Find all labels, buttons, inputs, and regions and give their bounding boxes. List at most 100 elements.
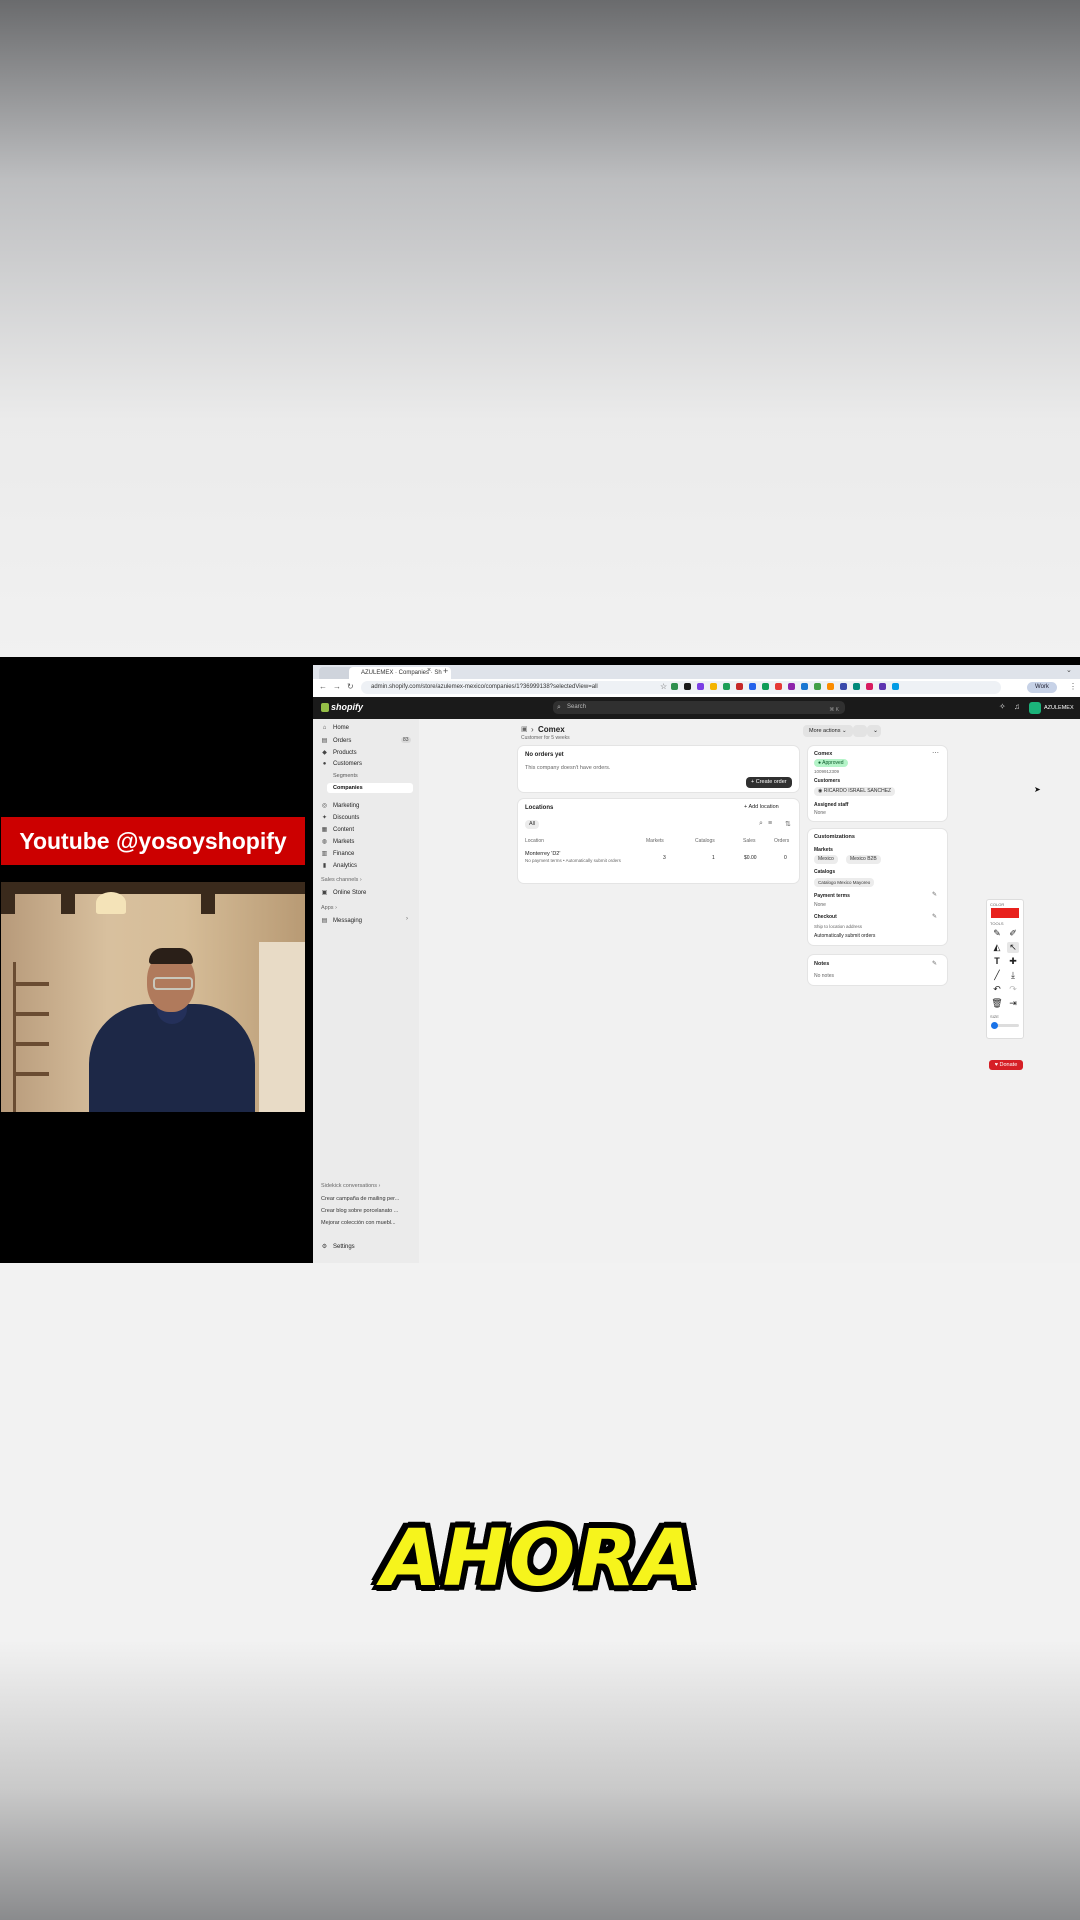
recent-conversation[interactable]: Crear blog sobre porcelanato ...: [321, 1208, 413, 1214]
extension-icon[interactable]: [749, 683, 756, 690]
previous-button[interactable]: [853, 725, 867, 737]
sidebar-item-markets[interactable]: ◍ Markets: [321, 838, 354, 845]
cell-markets: 3: [663, 855, 666, 861]
customer-chip[interactable]: ◉ RICARDO ISRAEL SANCHEZ: [814, 787, 896, 796]
store-avatar: [1029, 702, 1041, 714]
extension-icon[interactable]: [866, 683, 873, 690]
color-swatch[interactable]: [991, 908, 1019, 918]
extension-icon[interactable]: [775, 683, 782, 690]
sidebar-item-orders[interactable]: ▤ Orders: [321, 737, 352, 744]
discount-icon: ✦: [321, 815, 328, 821]
extension-icon[interactable]: [736, 683, 743, 690]
sidebar-item-discounts[interactable]: ✦ Discounts: [321, 814, 359, 821]
reload-icon[interactable]: ↻: [347, 682, 354, 691]
size-slider-thumb[interactable]: [991, 1022, 998, 1029]
sidebar-item-customers[interactable]: ● Customers: [321, 761, 362, 767]
store-switcher[interactable]: AZULEMEX: [1029, 702, 1074, 714]
sidekick-conversations-header[interactable]: Sidekick conversations ›: [321, 1183, 413, 1189]
extension-icon[interactable]: [788, 683, 795, 690]
checkout-label: Checkout: [814, 914, 837, 920]
donate-button[interactable]: ♥ Donate: [989, 1060, 1023, 1070]
extension-icon[interactable]: [801, 683, 808, 690]
move-icon[interactable]: ✚: [1007, 956, 1019, 967]
sidebar-item-settings[interactable]: ⚙ Settings: [321, 1243, 355, 1250]
breadcrumb-chevron-icon[interactable]: ›: [531, 725, 534, 734]
create-order-button[interactable]: + Create order: [746, 777, 792, 788]
sort-icon[interactable]: ⇅: [785, 820, 791, 828]
forward-icon[interactable]: →: [333, 682, 341, 691]
search-filter-icon[interactable]: ⌕: [759, 820, 763, 828]
redo-icon[interactable]: ↷: [1007, 984, 1019, 995]
filter-chip-all[interactable]: All: [525, 820, 540, 829]
sidebar-item-home[interactable]: ⌂ Home: [321, 725, 349, 731]
sidebar-item-analytics[interactable]: ▮ Analytics: [321, 862, 357, 869]
card-body: This company doesn't have orders.: [525, 765, 611, 771]
more-actions-button[interactable]: More actions ⌄: [803, 725, 853, 737]
pointer-icon[interactable]: ↖: [1007, 942, 1019, 953]
close-tab-icon[interactable]: ×: [427, 667, 431, 674]
extension-icon[interactable]: [723, 683, 730, 690]
sidebar-item-messaging[interactable]: ▤ Messaging: [321, 917, 362, 924]
url-input[interactable]: admin.shopify.com/store/azulemex-mexico/…: [361, 681, 1001, 694]
tab-active[interactable]: AZULEMEX · Companies · Sh: [349, 667, 451, 679]
filter-icon[interactable]: ≡: [768, 820, 772, 827]
extension-icon[interactable]: [697, 683, 704, 690]
sidebar-item-segments[interactable]: Segments: [333, 773, 358, 779]
extension-icon[interactable]: [840, 683, 847, 690]
next-button[interactable]: ⌄: [867, 725, 881, 737]
edit-pencil-icon[interactable]: ✎: [932, 960, 937, 967]
download-icon[interactable]: ⤓: [1007, 970, 1019, 981]
extension-icon[interactable]: [827, 683, 834, 690]
extension-icon[interactable]: [853, 683, 860, 690]
size-slider[interactable]: [991, 1022, 1019, 1029]
sales-channels-header[interactable]: Sales channels ›: [321, 877, 362, 883]
pen-icon[interactable]: ✎: [991, 928, 1003, 939]
line-icon[interactable]: ╱: [991, 970, 1003, 981]
extension-icon[interactable]: [879, 683, 886, 690]
company-card: Comex ⋯ ● Approved 1009912309 Customers …: [808, 746, 947, 821]
new-tab-button[interactable]: +: [443, 666, 448, 676]
profile-button[interactable]: Work: [1027, 682, 1057, 693]
extension-icon[interactable]: [710, 683, 717, 690]
more-options-icon[interactable]: ⋯: [932, 749, 939, 757]
shopify-logo[interactable]: shopify: [321, 702, 363, 713]
edit-pencil-icon[interactable]: ✎: [932, 913, 937, 920]
catalog-chip[interactable]: Catalogo Mexico Mayoreo: [814, 878, 875, 887]
bell-icon[interactable]: ♫: [1014, 702, 1020, 711]
extension-icon[interactable]: [814, 683, 821, 690]
page-title: Comex: [538, 725, 565, 734]
sidebar-item-products[interactable]: ◆ Products: [321, 749, 357, 756]
market-chip[interactable]: Mexico B2B: [846, 855, 881, 864]
menu-kebab-icon[interactable]: ⋮: [1069, 682, 1077, 691]
tab-list-icon[interactable]: ⌄: [1066, 666, 1072, 674]
sidebar-item-content[interactable]: ▦ Content: [321, 826, 354, 833]
extension-icon[interactable]: [762, 683, 769, 690]
trash-icon[interactable]: 🗑: [991, 998, 1003, 1009]
sidebar-item-label: Orders: [333, 738, 352, 744]
eraser-icon[interactable]: ◭: [991, 942, 1003, 953]
extension-icon[interactable]: [671, 683, 678, 690]
extension-icon[interactable]: [892, 683, 899, 690]
sidebar-item-companies[interactable]: Companies: [333, 785, 363, 791]
market-chip[interactable]: Mexico: [814, 855, 838, 864]
sidebar-item-marketing[interactable]: ◎ Marketing: [321, 802, 359, 809]
recent-conversation[interactable]: Mejorar colección con muebl...: [321, 1220, 413, 1226]
apps-header[interactable]: Apps ›: [321, 905, 337, 911]
text-icon[interactable]: T: [991, 956, 1003, 966]
undo-icon[interactable]: ↶: [991, 984, 1003, 995]
marker-icon[interactable]: ✐: [1007, 928, 1019, 939]
sidebar-item-online-store[interactable]: ▣ Online Store: [321, 889, 367, 896]
search-input[interactable]: ⌕ Search ⌘ K: [553, 701, 845, 714]
back-icon[interactable]: ←: [319, 682, 327, 691]
bookmark-star-icon[interactable]: ☆: [660, 682, 667, 691]
status-text: Approved: [822, 760, 844, 766]
sidebar-item-label: Content: [333, 827, 355, 833]
exit-icon[interactable]: ⇥: [1007, 998, 1019, 1009]
edit-pencil-icon[interactable]: ✎: [932, 891, 937, 898]
extension-icon[interactable]: [684, 683, 691, 690]
sidekick-icon[interactable]: ✧: [999, 702, 1006, 711]
sidebar-item-finance[interactable]: ▥ Finance: [321, 850, 355, 857]
recent-conversation[interactable]: Crear campaña de mailing per...: [321, 1196, 413, 1202]
add-location-button[interactable]: + Add location: [744, 804, 779, 810]
payment-terms-value: None: [814, 902, 826, 908]
